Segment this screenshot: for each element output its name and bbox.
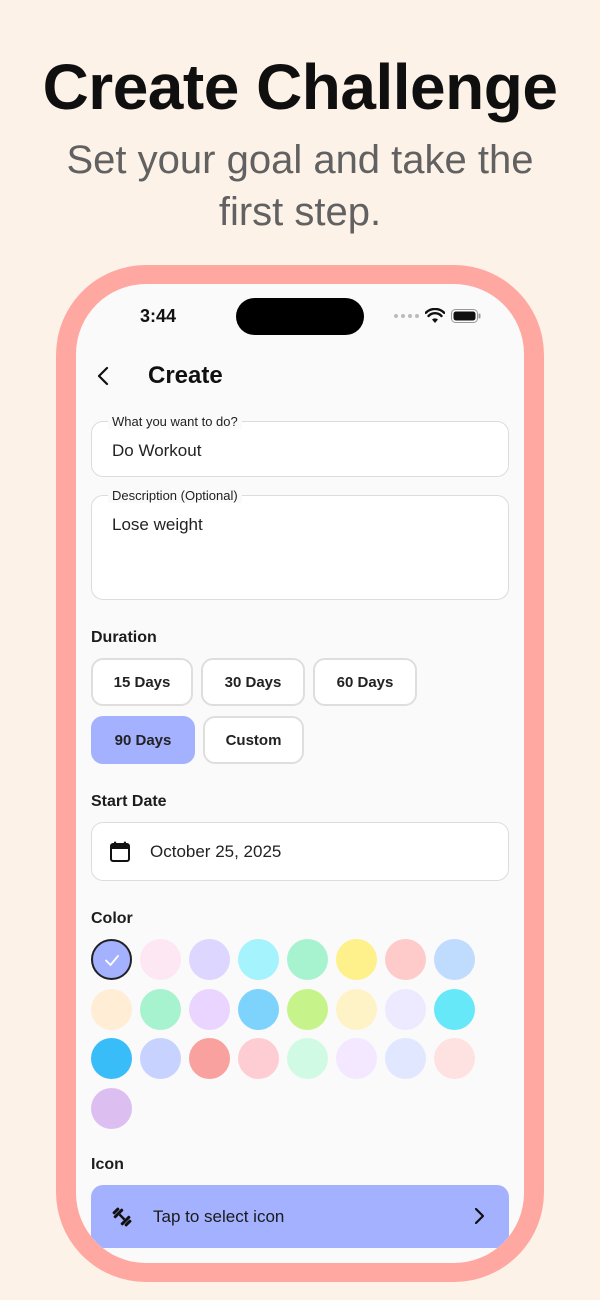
color-swatch-selected[interactable] [91, 939, 132, 980]
dynamic-island [236, 298, 364, 335]
activity-field-label: What you want to do? [108, 414, 242, 429]
dumbbell-icon [112, 1207, 132, 1227]
color-swatch[interactable] [434, 988, 475, 1030]
phone-screen: 3:44 Create What you want to do? Do Work… [76, 284, 524, 1263]
color-swatch[interactable] [385, 1038, 426, 1079]
activity-field[interactable]: What you want to do? Do Workout [91, 414, 509, 477]
color-swatch[interactable] [385, 939, 426, 980]
color-swatch[interactable] [140, 988, 181, 1030]
color-swatch[interactable] [91, 1087, 132, 1129]
page-title: Create [148, 362, 223, 389]
start-date-label: Start Date [91, 793, 167, 810]
duration-chip-15[interactable]: 15 Days [91, 658, 193, 706]
back-chevron-icon[interactable] [92, 364, 116, 388]
check-icon [105, 955, 119, 966]
duration-chip-60[interactable]: 60 Days [313, 658, 417, 706]
color-swatch[interactable] [336, 939, 377, 980]
wifi-icon [425, 308, 445, 323]
color-swatch[interactable] [91, 988, 132, 1030]
calendar-icon [110, 841, 130, 862]
color-swatch[interactable] [287, 939, 328, 980]
status-time: 3:44 [140, 306, 177, 326]
color-swatch[interactable] [287, 1038, 328, 1079]
color-swatch[interactable] [336, 1038, 377, 1079]
promo-subhead: Set your goal and take the first step. [66, 138, 534, 234]
battery-icon [451, 309, 481, 323]
duration-chip-90[interactable]: 90 Days [91, 716, 195, 764]
color-swatch[interactable] [189, 1038, 230, 1079]
select-icon-button[interactable]: Tap to select icon [91, 1185, 509, 1248]
color-swatch[interactable] [189, 988, 230, 1030]
color-swatch[interactable] [140, 1038, 181, 1079]
duration-chip-30[interactable]: 30 Days [201, 658, 305, 706]
select-icon-label: Tap to select icon [153, 1207, 285, 1226]
duration-label: Duration [91, 629, 157, 646]
color-swatch[interactable] [287, 988, 328, 1030]
color-swatch[interactable] [238, 939, 279, 980]
color-swatch[interactable] [336, 988, 377, 1030]
icon-label: Icon [91, 1156, 124, 1173]
chevron-right-icon [474, 1207, 485, 1225]
color-swatch[interactable] [385, 988, 426, 1030]
color-swatch[interactable] [238, 1038, 279, 1079]
promo-headline: Create Challenge [42, 51, 558, 123]
description-field-value: Lose weight [112, 515, 203, 534]
color-swatch[interactable] [434, 1038, 475, 1079]
color-swatch[interactable] [140, 939, 181, 980]
start-date-field[interactable]: October 25, 2025 [91, 822, 509, 881]
description-field-label: Description (Optional) [108, 488, 242, 503]
color-swatch[interactable] [238, 988, 279, 1030]
color-swatch[interactable] [91, 1038, 132, 1079]
color-label: Color [91, 910, 133, 927]
status-icons [394, 306, 481, 326]
activity-field-value: Do Workout [112, 441, 202, 460]
description-field[interactable]: Description (Optional) Lose weight [91, 488, 509, 600]
start-date-value: October 25, 2025 [150, 842, 282, 861]
duration-chip-custom[interactable]: Custom [203, 716, 304, 764]
color-swatch[interactable] [434, 939, 475, 980]
signal-dots-icon [394, 314, 419, 318]
color-swatch[interactable] [189, 939, 230, 980]
